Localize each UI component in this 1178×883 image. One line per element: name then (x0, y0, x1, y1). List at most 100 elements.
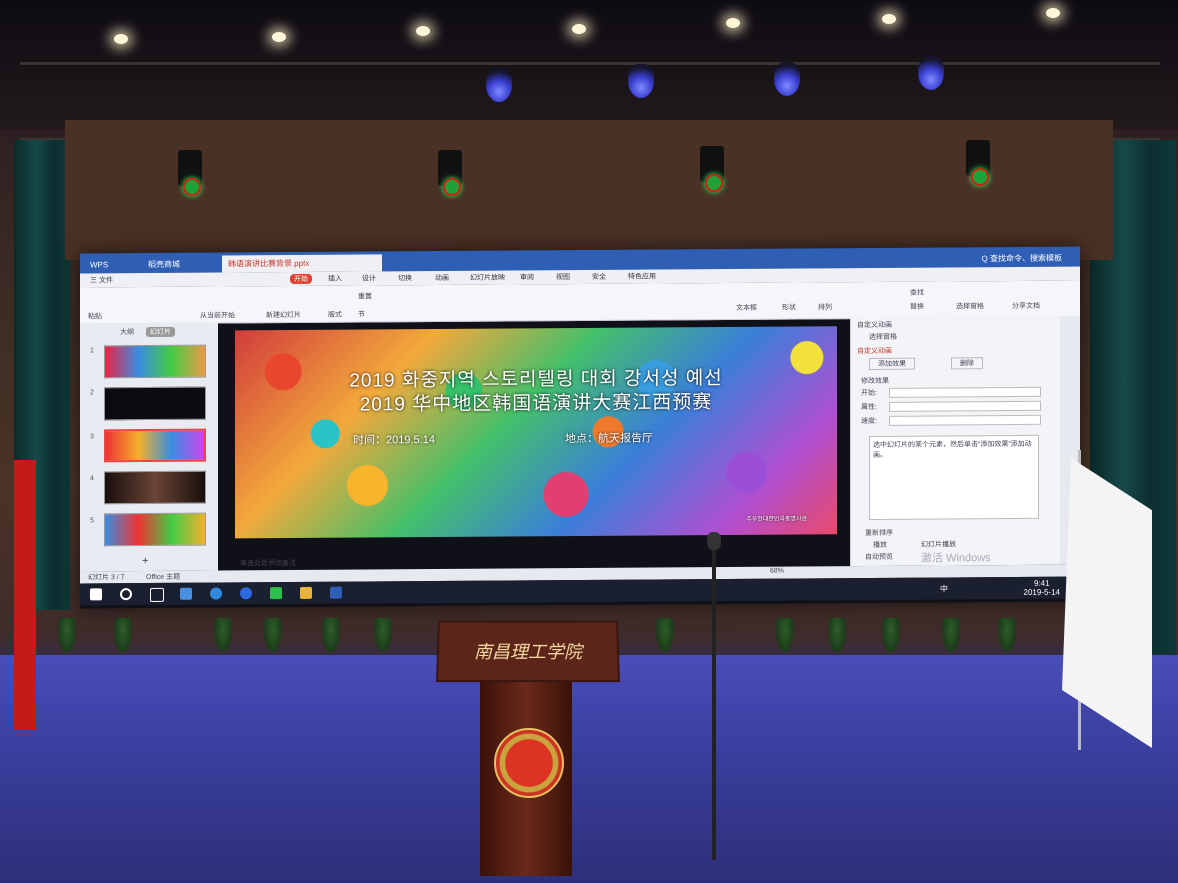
zoom-level[interactable]: 68% (770, 568, 784, 575)
play-button[interactable]: 播放 (873, 540, 887, 550)
command-search[interactable]: Q 查找命令、搜索模板 (898, 250, 1068, 268)
find-button[interactable]: 查找 (910, 288, 924, 298)
menu-review[interactable]: 审阅 (520, 272, 534, 282)
potted-plant (372, 618, 394, 658)
wps-icon[interactable] (330, 587, 342, 599)
animation-pane: 自定义动画 选择窗格 自定义动画 添加效果 删除 修改效果 开始: 属性: 速度… (850, 317, 1061, 566)
menu-security[interactable]: 安全 (592, 272, 606, 282)
potted-plant (262, 618, 284, 658)
potted-plant (880, 618, 902, 658)
search-icon[interactable] (120, 588, 132, 600)
menu-slideshow[interactable]: 幻灯片放映 (470, 273, 505, 283)
red-flag (14, 460, 36, 730)
current-slide[interactable]: 2019 화중지역 스토리텔링 대회 강서성 예선 2019 华中地区韩国语演讲… (235, 326, 837, 538)
system-clock[interactable]: 9:41 2019-5-14 (1024, 579, 1060, 597)
start-select[interactable] (889, 387, 1041, 398)
slide-title-chinese: 2019 华中地区韩国语演讲大赛江西预赛 (235, 386, 837, 417)
ceiling-light (272, 32, 286, 42)
add-slide-button[interactable]: + (142, 555, 148, 567)
slides-tab[interactable]: 幻灯片 (146, 327, 175, 337)
ie-icon[interactable] (240, 587, 252, 599)
tab-document[interactable]: 韩语演讲比赛背景.pptx (222, 254, 382, 272)
menu-file[interactable]: 三 文件 (90, 275, 113, 285)
ceiling-light (416, 26, 430, 36)
slide-time: 时间：2019.5.14 (353, 431, 435, 448)
moving-head-light (178, 150, 202, 186)
slide-thumbnail-5[interactable] (104, 513, 206, 547)
reset-button[interactable]: 重置 (358, 291, 372, 301)
wechat-icon[interactable] (270, 587, 282, 599)
new-slide-button[interactable]: 新建幻灯片 (266, 310, 301, 320)
notes-hint[interactable]: 单击此处添加备注 (240, 558, 296, 568)
section-button[interactable]: 节 (358, 310, 365, 320)
led-screen: WPS 稻壳商城 韩语演讲比赛背景.pptx Q 查找命令、搜索模板 三 文件 … (80, 247, 1080, 609)
select-pane-link[interactable]: 选择窗格 (869, 332, 897, 342)
pane-title: 自定义动画 (857, 320, 892, 330)
slide-place: 地点：航天报告厅 (565, 429, 653, 446)
menu-home[interactable]: 开始 (290, 274, 312, 284)
add-effect-button[interactable]: 添加效果 (869, 358, 915, 370)
stage-floor (0, 655, 1178, 883)
tab-wps[interactable]: WPS (84, 256, 134, 273)
stage-lamp (774, 62, 800, 96)
slide-thumbnail-2[interactable] (104, 387, 206, 421)
slide-thumbnail-pane: 大纲 幻灯片 1 2 3 4 5 + (80, 323, 218, 572)
share-button[interactable]: 分享文档 (1012, 301, 1040, 311)
layout-button[interactable]: 版式 (328, 310, 342, 320)
select-pane-button[interactable]: 选择窗格 (956, 301, 984, 311)
potted-plant (112, 618, 134, 658)
stage-lamp (486, 68, 512, 102)
slide-number: 1 (90, 347, 94, 354)
ceiling-light (726, 18, 740, 28)
ime-indicator[interactable]: 中 (940, 583, 948, 594)
slide-thumbnail-1[interactable] (104, 345, 206, 379)
ceiling-light (114, 34, 128, 44)
potted-plant (56, 618, 78, 658)
paste-button[interactable]: 粘贴 (88, 311, 102, 321)
menu-animation[interactable]: 动画 (435, 273, 449, 283)
theme-name: Office 主题 (146, 572, 180, 582)
outline-tab[interactable]: 大纲 (120, 327, 134, 337)
arrange-button[interactable]: 排列 (818, 302, 832, 312)
delete-button[interactable]: 删除 (951, 357, 983, 369)
explorer-icon[interactable] (180, 588, 192, 600)
menu-insert[interactable]: 插入 (328, 274, 342, 284)
menu-features[interactable]: 特色应用 (628, 271, 656, 281)
folder-icon[interactable] (300, 587, 312, 599)
stage-wall (65, 120, 1113, 260)
potted-plant (774, 618, 796, 658)
tab-store[interactable]: 稻壳商城 (142, 256, 202, 273)
slide-number: 2 (90, 389, 94, 396)
slide-thumbnail-3[interactable] (104, 429, 206, 463)
slideshow-button[interactable]: 幻灯片播放 (921, 539, 956, 549)
potted-plant (654, 618, 676, 658)
replace-button[interactable]: 替换 (910, 302, 924, 312)
property-label: 属性: (861, 402, 877, 412)
menu-view[interactable]: 视图 (556, 272, 570, 282)
start-label: 开始: (861, 388, 877, 398)
potted-plant (940, 618, 962, 658)
from-current-button[interactable]: 从当前开始 (200, 310, 235, 320)
slide-thumbnail-4[interactable] (104, 471, 206, 505)
menu-design[interactable]: 设计 (362, 273, 376, 283)
slide-counter: 幻灯片 3 / 7 (88, 572, 125, 582)
start-icon[interactable] (90, 588, 102, 600)
shape-button[interactable]: 形状 (782, 302, 796, 312)
microphone-icon (707, 532, 721, 550)
potted-plant (212, 618, 234, 658)
consulate-logo: 주우한대한민국총영사관 (746, 513, 807, 522)
windows-watermark: 激活 Windows (921, 549, 991, 565)
speed-select[interactable] (889, 415, 1041, 426)
stage-lamp (628, 64, 654, 98)
task-view-icon[interactable] (150, 588, 164, 602)
menu-transition[interactable]: 切换 (398, 273, 412, 283)
browser-icon[interactable] (210, 587, 222, 599)
ceiling-light (572, 24, 586, 34)
autopreview-checkbox[interactable]: 自动预览 (865, 552, 893, 562)
property-select[interactable] (889, 401, 1041, 412)
textbox-button[interactable]: 文本框 (736, 303, 757, 313)
animation-list[interactable]: 选中幻灯片的某个元素，然后单击“添加效果”添加动画。 (869, 435, 1039, 520)
lighting-rail (20, 62, 1160, 65)
potted-plant (996, 618, 1018, 658)
moving-head-light (966, 140, 990, 176)
